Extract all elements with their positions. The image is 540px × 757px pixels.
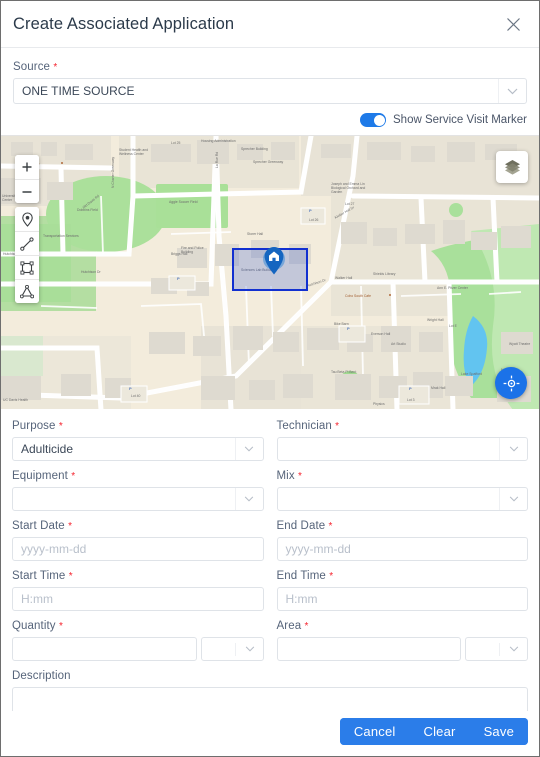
quantity-input[interactable]: [12, 637, 197, 661]
map-zoom-controls: [15, 155, 39, 203]
field-purpose: Purpose * Adulticide: [12, 420, 264, 461]
required-asterisk: *: [68, 521, 73, 532]
start-date-label: Start Date *: [12, 520, 73, 532]
description-textarea[interactable]: [12, 687, 528, 711]
chevron-down-icon[interactable]: [499, 488, 527, 510]
start-date-input[interactable]: yyyy-mm-dd: [12, 537, 264, 561]
quantity-label: Quantity *: [12, 620, 63, 632]
required-asterisk: *: [68, 571, 73, 582]
equipment-select[interactable]: [12, 487, 264, 511]
purpose-label: Purpose *: [12, 420, 63, 432]
quantity-unit-select[interactable]: [200, 637, 264, 661]
source-select[interactable]: ONE TIME SOURCE: [13, 78, 527, 104]
end-date-label: End Date *: [276, 520, 333, 532]
field-start-time: Start Time * H:mm: [12, 570, 264, 611]
purpose-value: Adulticide: [21, 442, 74, 456]
quantity-group: [12, 637, 264, 661]
crosshair-icon[interactable]: [495, 367, 527, 399]
required-asterisk: *: [53, 62, 58, 73]
field-description: Description: [12, 670, 528, 711]
start-time-label: Start Time *: [12, 570, 73, 582]
save-button[interactable]: Save: [469, 718, 528, 745]
area-group: [276, 637, 528, 661]
page-title: Create Associated Application: [13, 14, 235, 33]
minus-icon[interactable]: [15, 179, 39, 203]
required-asterisk: *: [304, 621, 309, 632]
field-start-date: Start Date * yyyy-mm-dd: [12, 520, 264, 561]
polyline-icon[interactable]: [15, 231, 39, 255]
action-button-group: Cancel Clear Save: [339, 718, 528, 745]
show-service-visit-marker-row: Show Service Visit Marker: [1, 104, 539, 135]
map-draw-tools: [15, 207, 39, 303]
required-asterisk: *: [329, 571, 334, 582]
map-pin-icon[interactable]: [15, 207, 39, 231]
home-pin-icon[interactable]: [263, 246, 285, 276]
end-time-label: End Time *: [276, 570, 334, 582]
dialog-header: Create Associated Application: [1, 1, 539, 48]
polygon-icon[interactable]: [15, 279, 39, 303]
field-mix: Mix *: [276, 470, 528, 511]
chevron-down-icon[interactable]: [202, 638, 263, 660]
start-time-placeholder: H:mm: [21, 592, 53, 606]
create-associated-application-dialog: Create Associated Application Source * O…: [1, 1, 539, 756]
field-technician: Technician *: [276, 420, 528, 461]
form-column-left: Purpose * Adulticide Equipment * Start D…: [12, 420, 264, 670]
chevron-down-icon[interactable]: [498, 79, 526, 103]
application-form: Purpose * Adulticide Equipment * Start D…: [1, 409, 539, 711]
source-label: Source *: [13, 61, 58, 73]
end-date-input[interactable]: yyyy-mm-dd: [276, 537, 528, 561]
required-asterisk: *: [335, 421, 340, 432]
source-section: Source * ONE TIME SOURCE: [1, 48, 539, 104]
clear-button[interactable]: Clear: [409, 718, 470, 745]
plus-icon[interactable]: [15, 155, 39, 179]
field-end-time: End Time * H:mm: [276, 570, 528, 611]
end-date-placeholder: yyyy-mm-dd: [285, 542, 351, 556]
required-asterisk: *: [328, 521, 333, 532]
equipment-label: Equipment *: [12, 470, 76, 482]
technician-select[interactable]: [276, 437, 528, 461]
chevron-down-icon[interactable]: [499, 438, 527, 460]
map-view[interactable]: Student Health and Wellness Center Housi…: [1, 135, 539, 409]
show-service-visit-marker-toggle[interactable]: [360, 113, 386, 127]
chevron-down-icon[interactable]: [234, 438, 263, 460]
layers-icon[interactable]: [496, 151, 528, 183]
start-time-input[interactable]: H:mm: [12, 587, 264, 611]
show-service-visit-marker-label: Show Service Visit Marker: [393, 114, 527, 126]
form-column-right: Technician * Mix * End Date * yyyy-mm-dd…: [276, 420, 528, 670]
area-unit-select[interactable]: [465, 637, 528, 661]
chevron-down-icon[interactable]: [466, 638, 527, 660]
source-value: ONE TIME SOURCE: [22, 84, 135, 98]
end-time-placeholder: H:mm: [285, 592, 318, 606]
required-asterisk: *: [58, 421, 63, 432]
toggle-knob: [373, 114, 385, 126]
mix-label: Mix *: [276, 470, 302, 482]
area-input[interactable]: [276, 637, 461, 661]
mix-select[interactable]: [276, 487, 528, 511]
start-date-placeholder: yyyy-mm-dd: [21, 542, 87, 556]
dialog-footer: Cancel Clear Save: [1, 711, 539, 756]
field-equipment: Equipment *: [12, 470, 264, 511]
field-area: Area *: [276, 620, 528, 661]
area-label: Area *: [276, 620, 309, 632]
close-icon[interactable]: [501, 12, 525, 36]
required-asterisk: *: [58, 621, 63, 632]
chevron-down-icon[interactable]: [234, 488, 263, 510]
required-asterisk: *: [297, 471, 302, 482]
field-end-date: End Date * yyyy-mm-dd: [276, 520, 528, 561]
cancel-button[interactable]: Cancel: [339, 718, 410, 745]
purpose-select[interactable]: Adulticide: [12, 437, 264, 461]
description-label: Description: [12, 670, 71, 682]
end-time-input[interactable]: H:mm: [276, 587, 528, 611]
field-quantity: Quantity *: [12, 620, 264, 661]
technician-label: Technician *: [276, 420, 340, 432]
required-asterisk: *: [71, 471, 76, 482]
rectangle-icon[interactable]: [15, 255, 39, 279]
